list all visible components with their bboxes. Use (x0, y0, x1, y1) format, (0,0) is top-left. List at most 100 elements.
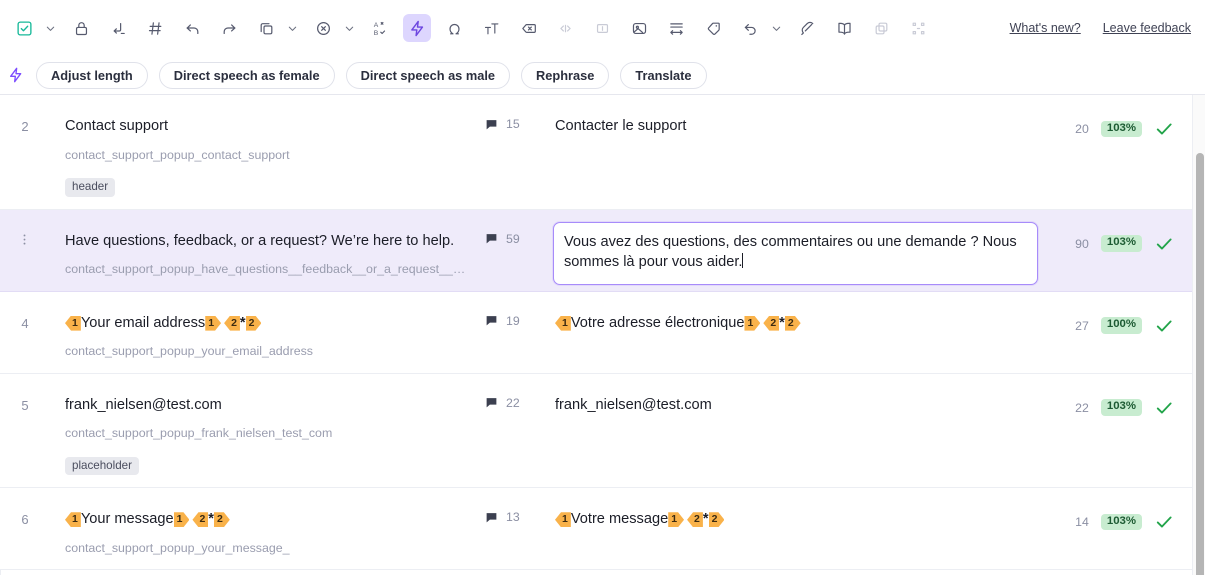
copy-icon[interactable] (252, 14, 280, 42)
adjust-width-icon[interactable] (662, 14, 690, 42)
glossary-icon[interactable] (830, 14, 858, 42)
revert-dropdown-caret[interactable] (769, 14, 784, 42)
segment-grid: 2 Contact support contact_support_popup_co… (0, 95, 1192, 575)
copy-dropdown-caret[interactable] (285, 14, 300, 42)
non-breaking-space-icon (588, 14, 616, 42)
confirmed-check-icon[interactable] (1154, 316, 1174, 336)
length-percentage-badge: 100% (1100, 317, 1142, 334)
redo-icon[interactable] (215, 14, 243, 42)
segment-part: Contact support (65, 118, 169, 134)
ai-chip-adjust-length[interactable]: Adjust length (36, 61, 148, 89)
change-case-icon[interactable] (477, 14, 505, 42)
placeholder-tag-close[interactable]: 1 (174, 512, 190, 527)
target-cell[interactable]: frank_nielsen@test.com (553, 374, 1042, 416)
comment-flag-icon[interactable] (485, 232, 498, 245)
target-cell[interactable]: 1 Votre adresse électronique 1 2 * 2 (553, 292, 1042, 334)
ai-chip-direct-speech-as-male[interactable]: Direct speech as male (345, 61, 511, 89)
comment-flag-icon[interactable] (485, 396, 498, 409)
clear-target-icon[interactable] (309, 14, 337, 42)
placeholder-tag-open[interactable]: 1 (555, 512, 571, 528)
placeholder-tag-open[interactable]: 1 (65, 512, 81, 528)
segment-part: frank_nielsen@test.com (65, 396, 222, 413)
source-cell[interactable]: 1 Your email address 1 2 * 2 contact_support_p… (48, 292, 485, 359)
required-asterisk: * (239, 314, 246, 331)
target-cell[interactable]: 1 Votre message 1 2 * 2 (553, 488, 1042, 530)
comment-feather-icon[interactable] (793, 14, 821, 42)
placeholder-tag-close[interactable]: 2 (246, 316, 262, 331)
whats-new-link[interactable]: What's new? (1010, 21, 1081, 35)
row-number: 6 (21, 512, 29, 528)
placeholder-tag-open[interactable]: 2 (763, 315, 780, 331)
row-options-handle[interactable] (0, 210, 48, 247)
segment-row[interactable]: Have questions, feedback, or a request? … (0, 209, 1192, 292)
confirmed-check-icon[interactable] (1154, 398, 1174, 418)
source-char-count: 15 (506, 117, 520, 131)
target-cell[interactable]: Vous avez des questions, des commentaire… (553, 210, 1042, 286)
target-char-count: 22 (1075, 400, 1089, 415)
special-character-icon[interactable] (440, 14, 468, 42)
revert-icon[interactable] (736, 14, 764, 42)
source-char-count: 59 (506, 231, 520, 246)
clear-dropdown-caret[interactable] (342, 14, 357, 42)
source-cell[interactable]: 1 Your message 1 2 * 2 contact_support_popup_y… (48, 488, 485, 555)
ai-chip-direct-speech-as-female[interactable]: Direct speech as female (158, 61, 335, 89)
placeholder-tag-close[interactable]: 1 (668, 512, 684, 527)
confirmed-check-icon[interactable] (1154, 234, 1174, 254)
segment-row[interactable]: 5 frank_nielsen@test.com contact_support_p… (0, 373, 1192, 456)
source-text: frank_nielsen@test.com (65, 396, 471, 416)
split-merge-icon (904, 14, 932, 42)
spellcheck-icon[interactable]: AB (366, 14, 394, 42)
leave-feedback-link[interactable]: Leave feedback (1103, 21, 1191, 35)
row-number: 5 (21, 397, 29, 413)
placeholder-tag-open[interactable]: 2 (687, 512, 703, 528)
placeholder-tag-close[interactable]: 2 (709, 512, 725, 527)
target-editor[interactable]: Vous avez des questions, des commentaire… (553, 221, 1038, 286)
target-cell[interactable]: Contacter le support (553, 95, 1042, 137)
source-char-count: 19 (506, 313, 520, 328)
row-status-cell: 90 103% (1042, 210, 1192, 254)
placeholder-tag-open[interactable]: 2 (192, 512, 209, 528)
source-char-count: 22 (506, 395, 520, 410)
placeholder-tag-open[interactable]: 1 (65, 315, 81, 331)
comment-flag-icon[interactable] (485, 314, 498, 327)
vertical-scrollbar[interactable] (1192, 95, 1205, 575)
remove-tag-icon[interactable] (514, 14, 542, 42)
insert-image-icon[interactable] (625, 14, 653, 42)
source-cell[interactable]: frank_nielsen@test.com contact_support_po… (48, 374, 485, 441)
segment-row[interactable]: 2 Contact support contact_support_popup_co… (0, 95, 1192, 177)
placeholder-tag-open[interactable]: 2 (224, 315, 240, 331)
vertical-scrollbar-thumb[interactable] (1196, 153, 1204, 575)
insert-source-icon[interactable] (104, 14, 132, 42)
ai-chip-rephrase[interactable]: Rephrase (521, 61, 610, 89)
ai-assist-icon[interactable] (403, 14, 431, 42)
lock-segment-icon[interactable] (67, 14, 95, 42)
segment-row[interactable]: 4 1 Your email address 1 2 * 2 contact_support_… (0, 291, 1192, 374)
comment-flag-icon[interactable] (485, 511, 498, 524)
label-icon[interactable] (699, 14, 727, 42)
source-cell[interactable]: Contact support contact_support_popup_con… (48, 95, 485, 162)
undo-icon[interactable] (178, 14, 206, 42)
confirm-dropdown-caret[interactable] (43, 14, 58, 42)
placeholder-tag-open[interactable]: 1 (555, 315, 571, 331)
ai-actions-bar: Adjust length Direct speech as female Dire… (0, 56, 1205, 94)
segment-number-icon[interactable] (141, 14, 169, 42)
source-text: Contact support (65, 117, 471, 137)
row-number: 2 (21, 119, 29, 134)
placeholder-tag-close[interactable]: 2 (214, 512, 230, 527)
confirm-segment-icon[interactable] (10, 14, 38, 42)
placeholder-tag-close[interactable]: 2 (785, 316, 801, 331)
row-status-cell: 27 100% (1042, 292, 1192, 336)
comment-flag-icon[interactable] (485, 118, 498, 131)
length-percentage-badge: 103% (1100, 399, 1142, 416)
toolbar-icon-group: AB (10, 14, 941, 42)
placeholder-tag-close[interactable]: 1 (744, 316, 760, 331)
segment-part: Contacter le support (555, 118, 687, 134)
ai-chip-translate[interactable]: Translate (620, 61, 707, 89)
source-cell[interactable]: Have questions, feedback, or a request? … (48, 210, 485, 277)
confirmed-check-icon[interactable] (1154, 512, 1174, 532)
confirmed-check-icon[interactable] (1154, 119, 1174, 139)
placeholder-tag-close[interactable]: 1 (205, 316, 221, 331)
segment-key: contact_support_popup_your_email_address (65, 344, 313, 359)
segment-row[interactable]: 6 1 Your message 1 2 * 2 contact_support_popup_… (0, 488, 1192, 571)
segment-key: contact_support_popup_contact_support (65, 147, 290, 162)
